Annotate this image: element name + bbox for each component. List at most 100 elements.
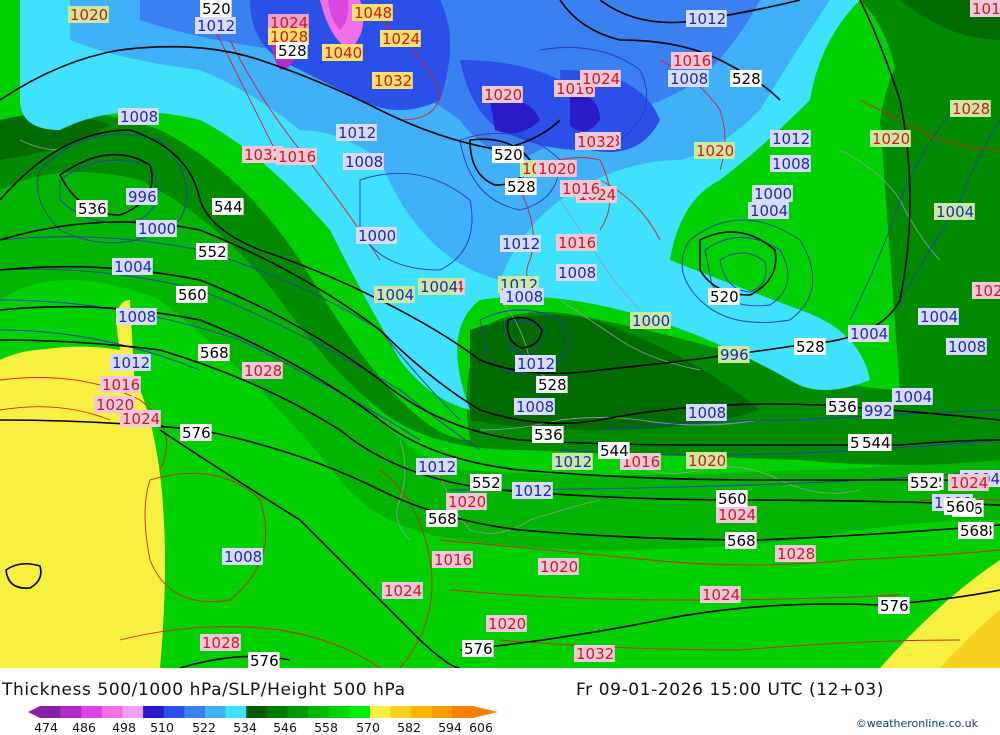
isobar-label-text: 1028 (244, 362, 282, 380)
height-contour-label: 528 (794, 338, 826, 356)
isobar-label: 992 (862, 402, 894, 420)
isobar-label: 1028 (242, 362, 283, 380)
legend-color-swatch (431, 706, 453, 718)
height-label-text: 552 (472, 474, 501, 492)
isobar-label: 1008 (686, 404, 727, 422)
isobar-label: 1012 (552, 453, 593, 471)
legend-max-arrow (473, 706, 498, 718)
legend-color-swatch (369, 706, 392, 718)
height-contour-label: 520 (492, 146, 524, 164)
height-contour-label: 528 (276, 42, 308, 60)
isobar-label-text: 1004 (920, 308, 958, 326)
isobar-label: 1012 (336, 124, 377, 142)
height-label-text: 536 (828, 398, 857, 416)
legend-min-arrow (28, 706, 40, 718)
isobar-label: 1000 (630, 312, 671, 330)
isobar-label: 1024 (580, 70, 621, 88)
isobar-label-text: 1000 (138, 220, 176, 238)
isobar-label-text: 1024 (382, 30, 420, 48)
isobar-label: 1008 (343, 153, 384, 171)
height-label-text: 576 (464, 640, 493, 658)
height-contour-label: 544 (212, 198, 244, 216)
isobar-label: 1012 (500, 235, 541, 253)
isobar-label-text: 1008 (558, 264, 596, 282)
isobar-label: 1008 (770, 155, 811, 173)
isobar-label: 1012 (416, 458, 457, 476)
isobar-label: 1024 (716, 506, 757, 524)
height-label-text: 576 (182, 424, 211, 442)
height-contour-label: 536 (532, 426, 564, 444)
isobar-label: 996 (126, 188, 158, 206)
height-label-text: 520 (494, 146, 523, 164)
isobar-label: 1016 (671, 52, 712, 70)
isobar-label-text: 1020 (488, 615, 526, 633)
height-contour-label: 520 (200, 0, 232, 18)
isobar-label-text: 1012 (688, 10, 726, 28)
isobar-label: 1016 (100, 376, 141, 394)
height-label-text: 520 (710, 288, 739, 306)
legend-color-swatch (225, 706, 247, 718)
isobar-label-text: 1016 (972, 0, 1000, 18)
isobar-label: 1020 (446, 493, 487, 511)
isobar-label-text: 1016 (562, 180, 600, 198)
isobar-label-text: 1008 (120, 108, 158, 126)
height-label-text: 536 (78, 200, 107, 218)
isobar-label-text: 1016 (102, 376, 140, 394)
isobar-label: 1028 (775, 545, 816, 563)
isobar-label-text: 1012 (112, 354, 150, 372)
height-contour-label: 560 (716, 490, 748, 508)
isobar-label: 1016 (970, 0, 1000, 18)
height-contour-label: 528 (730, 70, 762, 88)
isobar-label-text: 1012 (514, 482, 552, 500)
isobar-label-text: 1012 (502, 235, 540, 253)
isobar-label-text: 1024 (974, 282, 1000, 300)
height-contour-label: 544 (860, 434, 892, 452)
height-label-text: 536 (534, 426, 563, 444)
legend-color-swatch (143, 706, 165, 718)
isobar-label-text: 996 (720, 346, 749, 364)
isobar-label: 1012 (686, 10, 727, 28)
isobar-label-text: 1020 (70, 6, 108, 24)
height-label-text: 544 (600, 442, 629, 460)
isobar-label: 1016 (556, 234, 597, 252)
height-label-text: 568 (428, 510, 457, 528)
height-contour-label: 560 (176, 286, 208, 304)
height-label-text: 560 (178, 286, 207, 304)
isobar-label: 996 (718, 346, 750, 364)
isobar-label-text: 1016 (673, 52, 711, 70)
height-contour-label: 544 (598, 442, 630, 460)
isobar-label-text: 1008 (688, 404, 726, 422)
height-contour-label: 568 (958, 522, 990, 540)
isobar-label-text: 1024 (702, 586, 740, 604)
isobar-label-text: 1004 (420, 278, 458, 296)
height-label-text: 576 (880, 597, 909, 615)
isobar-label-text: 1004 (114, 258, 152, 276)
valid-time: Fr 09-01-2026 15:00 UTC (12+03) (576, 680, 885, 700)
isobar-label-text: 1028 (777, 545, 815, 563)
isobar-label-text: 1012 (772, 130, 810, 148)
height-contour-label: 536 (826, 398, 858, 416)
height-contour-label: 552 (908, 474, 940, 492)
isobar-label-text: 1008 (118, 308, 156, 326)
isobar-label-text: 1032 (576, 645, 614, 663)
isobar-label: 1004 (112, 258, 153, 276)
isobar-label: 1020 (870, 130, 911, 148)
credit-link[interactable]: ©weatheronline.co.uk (856, 717, 978, 730)
isobar-label-text: 1012 (517, 355, 555, 373)
isobar-label-text: 1008 (516, 398, 554, 416)
isobar-label: 1000 (752, 185, 793, 203)
isobar-label-text: 1008 (224, 548, 262, 566)
height-contour-label: 576 (462, 640, 494, 658)
isobar-label-text: 1000 (358, 227, 396, 245)
height-contour-label: 568 (426, 510, 458, 528)
isobar-label-text: 1008 (772, 155, 810, 173)
height-contour-label: 552 (196, 243, 228, 261)
height-contour-label: 576 (248, 652, 280, 668)
isobar-label: 1004 (918, 308, 959, 326)
chart-title: Thickness 500/1000 hPa/SLP/Height 500 hP… (2, 680, 406, 700)
isobar-label: 1000 (356, 227, 397, 245)
isobar-label-text: 1012 (197, 17, 235, 35)
isobar-label-text: 1004 (750, 202, 788, 220)
isobar-label: 1004 (748, 202, 789, 220)
isobar-label: 1024 (380, 30, 421, 48)
